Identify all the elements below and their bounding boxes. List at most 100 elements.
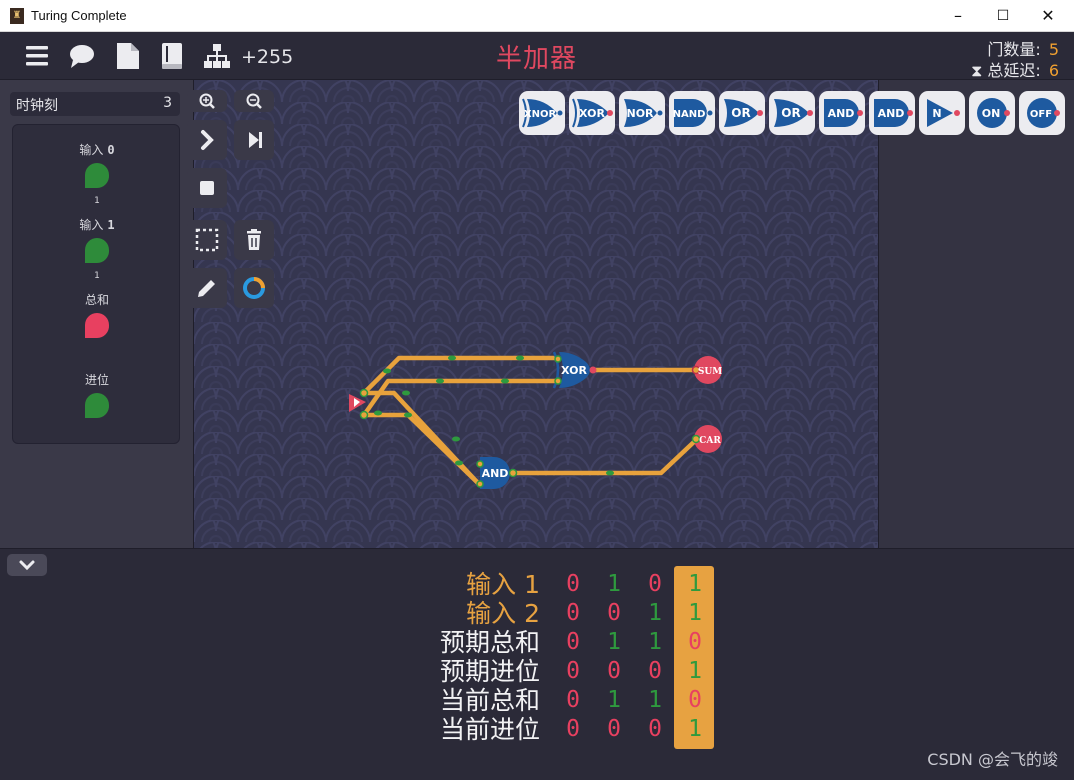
- palette-label: XOR: [579, 107, 605, 120]
- clock-value: 3: [163, 95, 172, 111]
- document-icon[interactable]: [114, 42, 142, 70]
- and-gate-label: AND: [482, 467, 509, 480]
- minimize-button[interactable]: –: [935, 0, 981, 32]
- right-panel: [878, 80, 1074, 548]
- truth-table-row: 输入 10101: [0, 570, 1074, 599]
- palette-and-1[interactable]: AND: [819, 91, 865, 135]
- xor-gate-label: XOR: [561, 364, 587, 377]
- io-num: 1: [107, 218, 115, 232]
- io-output-sum: 总和: [13, 291, 181, 345]
- window-title: Turing Complete: [31, 8, 127, 23]
- select-button[interactable]: [187, 220, 227, 260]
- stop-button[interactable]: [187, 168, 227, 208]
- top-toolbar: +255 半加器 门数量: 5 ⧗ 总延迟: 6: [0, 32, 1074, 80]
- truth-table-cell: 0: [648, 571, 662, 597]
- io-input-1[interactable]: 输入 1 1: [13, 216, 181, 281]
- truth-table-cell: 1: [688, 658, 702, 684]
- truth-table-cell: 0: [566, 600, 580, 626]
- truth-table-cell: 0: [607, 600, 621, 626]
- score-counter: +255: [241, 46, 294, 68]
- book-icon[interactable]: [158, 42, 186, 70]
- chat-icon[interactable]: [68, 42, 96, 70]
- truth-table-cell: 0: [566, 571, 580, 597]
- carry-led-icon: [85, 393, 110, 419]
- palette-or-1[interactable]: OR: [719, 91, 765, 135]
- truth-table-panel: 输入 1 0 1 0 1 输入 2 0 0 1 1 预期总和 0 1 1 0 预期进位 0 0 0 1 当前总和 0 1 1 0…: [0, 548, 1074, 780]
- zoom-out-icon: [246, 93, 262, 109]
- close-button[interactable]: ✕: [1025, 0, 1071, 32]
- selection-icon: [195, 228, 219, 252]
- zoom-in-button[interactable]: [187, 90, 227, 112]
- io-output-carry: 进位: [13, 371, 181, 425]
- io-label: 进位: [84, 373, 109, 387]
- pencil-button[interactable]: [187, 268, 227, 308]
- palette-label: NOR: [626, 107, 654, 120]
- hierarchy-icon[interactable]: [203, 42, 231, 70]
- sum-led-icon: [85, 313, 110, 339]
- truth-table-cell: 1: [648, 600, 662, 626]
- truth-table-cell: 1: [648, 687, 662, 713]
- truth-table-cell: 0: [607, 658, 621, 684]
- palette-nand[interactable]: NAND: [669, 91, 715, 135]
- truth-table-cell: 0: [648, 716, 662, 742]
- palette-not[interactable]: N: [919, 91, 965, 135]
- stop-icon: [200, 181, 214, 195]
- io-list: 输入 0 1 输入 1 1 总和 进位: [12, 124, 180, 444]
- delete-button[interactable]: [234, 220, 274, 260]
- truth-table-cell: 1: [688, 716, 702, 742]
- truth-table-cell: 0: [566, 687, 580, 713]
- zoom-out-button[interactable]: [234, 90, 274, 112]
- palette-off[interactable]: OFF: [1019, 91, 1065, 135]
- pencil-icon: [198, 280, 215, 297]
- truth-table-cell: 0: [607, 716, 621, 742]
- truth-table-cell: 1: [648, 629, 662, 655]
- step-button[interactable]: [187, 120, 227, 160]
- trash-icon: [247, 229, 261, 250]
- palette-label: AND: [828, 107, 855, 120]
- circuit-canvas[interactable]: XOR AND SUM CAR: [194, 80, 878, 548]
- truth-table-cell: 0: [688, 687, 702, 713]
- io-input-0[interactable]: 输入 0 1: [13, 141, 181, 206]
- palette-or-2[interactable]: OR: [769, 91, 815, 135]
- maximize-button[interactable]: ☐: [980, 0, 1026, 32]
- input-1-led-icon[interactable]: [82, 236, 112, 266]
- palette-on[interactable]: ON: [969, 91, 1015, 135]
- truth-table-cell: 1: [607, 571, 621, 597]
- truth-table-cell: 0: [566, 658, 580, 684]
- truth-table-row-label: 当前进位: [439, 715, 540, 744]
- truth-table-cell: 0: [688, 629, 702, 655]
- truth-table-cell: 1: [688, 600, 702, 626]
- truth-table-cell: 1: [688, 571, 702, 597]
- truth-table-row: 预期进位 0 0 0 1: [0, 657, 1074, 686]
- truth-table-row: 预期总和 0 1 1 0: [0, 628, 1074, 657]
- color-button[interactable]: [234, 268, 274, 308]
- palette-label: ON: [982, 107, 1001, 120]
- window-titlebar: ♜ Turing Complete – ☐ ✕: [0, 0, 1074, 32]
- palette-label: OR: [781, 106, 800, 120]
- truth-table-row-label: 输入 1: [466, 570, 540, 599]
- palette-xor[interactable]: XOR: [569, 91, 615, 135]
- palette-nor[interactable]: NOR: [619, 91, 665, 135]
- truth-table-row: 当前进位 0 0 0 1: [0, 715, 1074, 744]
- input-0-led-icon[interactable]: [82, 161, 112, 191]
- palette-xnor[interactable]: XNOR: [519, 91, 565, 135]
- io-label: 总和: [84, 293, 109, 307]
- clock-tick-box: 时钟刻 3: [10, 92, 180, 116]
- delay-label: ⧗ 总延迟:: [971, 61, 1041, 80]
- truth-table-row-label: 预期进位: [439, 657, 540, 686]
- circuit-diagram: XOR AND SUM CAR: [194, 80, 878, 548]
- palette-label: XNOR: [524, 109, 557, 120]
- play-button[interactable]: [234, 120, 274, 160]
- io-label: 输入: [79, 218, 104, 232]
- palette-and-2[interactable]: AND: [869, 91, 915, 135]
- truth-table-row-label: 当前总和: [439, 686, 540, 715]
- truth-table-cell: 0: [566, 629, 580, 655]
- truth-table-cell: 1: [607, 629, 621, 655]
- menu-icon[interactable]: [24, 42, 52, 70]
- truth-table-cell: 0: [566, 716, 580, 742]
- palette-label: OFF: [1030, 109, 1052, 120]
- clock-label: 时钟刻: [16, 98, 58, 114]
- sum-output-label: SUM: [698, 367, 722, 377]
- palette-label: OR: [731, 106, 750, 120]
- truth-table-row-label: 输入 2: [466, 599, 540, 628]
